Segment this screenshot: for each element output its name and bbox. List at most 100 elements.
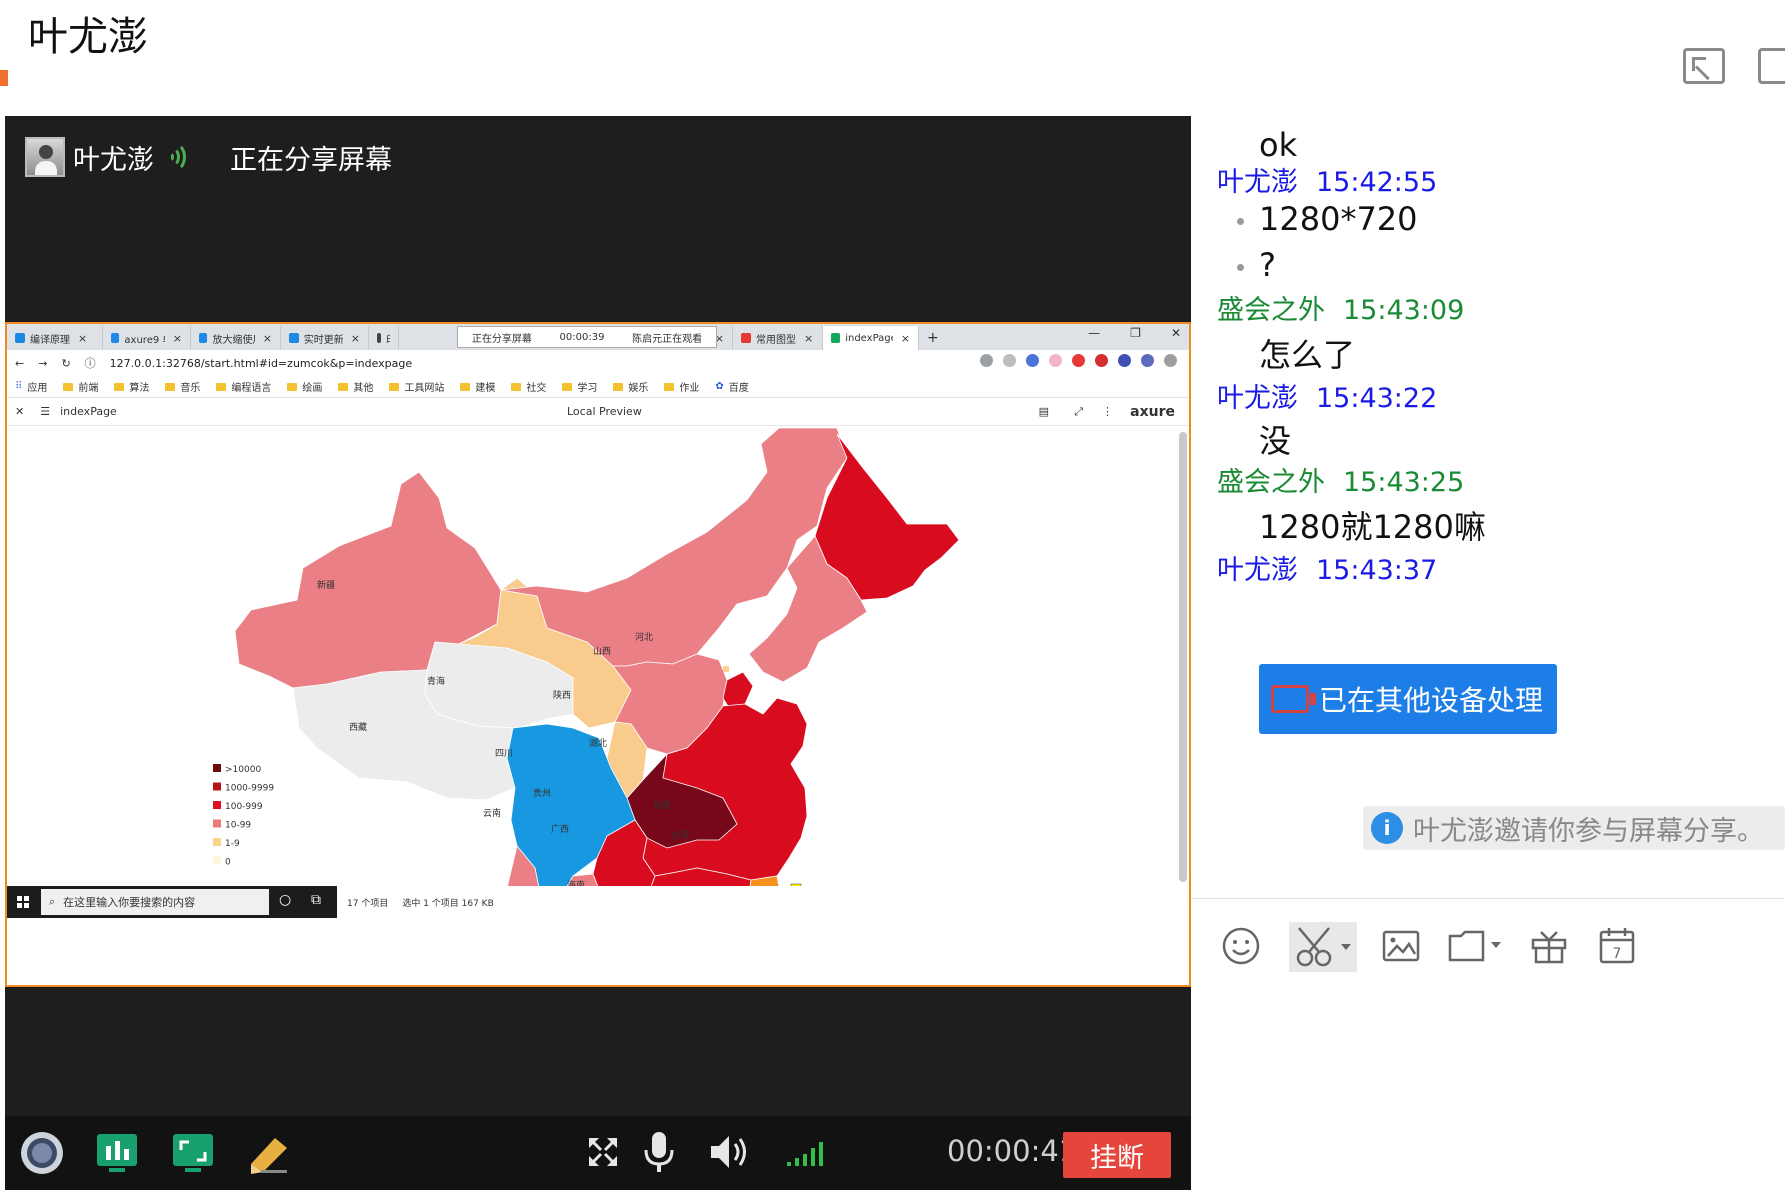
tab-favicon-icon [15,333,25,343]
hangup-button[interactable]: 挂断 [1063,1132,1171,1178]
tab-close-icon[interactable]: × [351,332,360,345]
close-icon[interactable]: ✕ [15,405,24,418]
extension-icon[interactable] [1049,354,1062,367]
tab-close-icon[interactable]: × [173,332,182,345]
tab-close-icon[interactable]: × [263,332,272,345]
profile-icon[interactable] [1164,354,1177,367]
message-sender[interactable]: 盛会之外 [1217,295,1325,326]
message-header: 叶尤澎 15:42:55 [1217,160,1437,199]
message-sender[interactable]: 叶尤澎 [1217,167,1298,198]
forward-icon[interactable]: → [38,357,47,370]
adblock-icon[interactable] [1072,354,1085,367]
microphone-icon[interactable] [641,1130,677,1174]
bookmark-item[interactable]: ✿ 百度 [715,379,748,394]
browser-tab[interactable]: 印 [369,326,399,350]
fullscreen-icon[interactable] [585,1134,621,1170]
camera-icon[interactable] [19,1130,65,1176]
browser-tab[interactable]: axure9 单 × [103,326,191,350]
page-scrollbar[interactable] [1179,432,1187,882]
bookmark-item[interactable]: 算法 [114,379,149,394]
share-invite-notice: i 叶尤澎邀请你参与屏幕分享。 [1363,806,1785,850]
bookmark-item[interactable]: ⠿ 应用 [15,379,47,394]
extension-icon[interactable] [1026,354,1039,367]
phone-icon[interactable] [1758,48,1785,84]
translate-icon[interactable] [980,354,993,367]
url-field[interactable]: 127.0.0.1:32768/start.html#id=zumcok&p=i… [110,357,412,370]
fit-icon[interactable]: ⤢ [1074,405,1083,419]
bookmark-label: 工具网站 [404,383,445,394]
restore-icon[interactable]: ❐ [1130,326,1141,340]
tab-close-icon[interactable]: × [78,332,87,345]
taskbar-search[interactable]: ⌕ 在这里输入你要搜索的内容 [41,889,269,915]
message-time: 15:43:09 [1343,295,1465,326]
browser-tab[interactable]: indexPage × [823,326,919,350]
browser-tab[interactable]: 放大缩使用 × [191,326,281,350]
call-controls: 00:00:41 挂断 [5,1116,1191,1190]
screen-share-icon[interactable] [171,1130,215,1174]
calendar-icon[interactable]: 7 [1597,926,1637,966]
extension-icon[interactable] [1095,354,1108,367]
close-icon[interactable]: ✕ [1171,326,1181,340]
province-beijing[interactable] [723,666,729,672]
bookmark-item[interactable]: 社交 [511,379,546,394]
folder-icon [114,382,125,391]
cortana-icon[interactable]: ○ [279,892,291,908]
gift-box-icon[interactable] [1529,926,1569,966]
back-icon[interactable]: ← [15,357,24,370]
bookmark-item[interactable]: 其他 [338,379,373,394]
message-sender[interactable]: 叶尤澎 [1217,383,1298,414]
province-label: 广西 [551,823,569,835]
province-label: 福建 [653,799,671,811]
more-icon[interactable]: ⋮ [1102,405,1113,418]
notes-icon[interactable]: ▤ [1039,405,1049,418]
browser-tab[interactable]: 编译原理 × [7,326,103,350]
exit-fullscreen-icon[interactable] [1683,48,1725,84]
bookmark-item[interactable]: 绘画 [287,379,322,394]
bookmark-item[interactable]: 学习 [562,379,597,394]
province-hebei[interactable] [722,671,754,709]
province-label: 新疆 [317,579,335,591]
folder-icon[interactable] [1447,926,1507,966]
emoji-icon[interactable] [1221,926,1261,966]
star-icon[interactable] [1003,354,1016,367]
reload-icon[interactable]: ↻ [61,357,70,370]
extension-icon[interactable] [1141,354,1154,367]
province-label: 河北 [635,631,653,643]
handled-elsewhere-card[interactable]: 已在其他设备处理 [1259,664,1557,734]
camera-device-icon [1271,685,1316,713]
chat-panel: 已在其他设备处理 i 叶尤澎邀请你参与屏幕分享。 7 ok 叶尤澎 15:42:… [1191,116,1785,1190]
screenshot-tool[interactable] [1289,922,1357,972]
bookmark-item[interactable]: 作业 [664,379,699,394]
message-time: 15:43:37 [1316,555,1438,586]
bookmark-item[interactable]: 音乐 [165,379,200,394]
minimize-icon[interactable]: — [1088,326,1100,340]
menu-icon[interactable]: ☰ [40,405,50,418]
items-count: 17 个项目 [347,899,389,909]
bookmark-label: 娱乐 [628,383,649,394]
browser-tab[interactable]: 常用图型 × [733,326,823,350]
bookmark-item[interactable]: 建模 [460,379,495,394]
whiteboard-stats-icon[interactable] [95,1130,139,1174]
extension-icon[interactable] [1118,354,1131,367]
legend-swatch [213,801,221,809]
task-view-icon[interactable]: ⧉ [311,892,321,908]
legend-label: 100-999 [225,802,263,812]
annotate-pencil-icon[interactable] [245,1130,291,1176]
tab-close-icon[interactable]: × [804,332,813,345]
speaker-icon[interactable] [709,1132,753,1172]
message-sender[interactable]: 盛会之外 [1217,467,1325,498]
notice-text: 叶尤澎邀请你参与屏幕分享。 [1413,815,1764,847]
bookmark-item[interactable]: 工具网站 [389,379,444,394]
image-icon[interactable] [1381,926,1421,966]
windows-start-icon[interactable] [17,896,29,908]
share-popup-label: 正在分享屏幕 [471,333,532,345]
voice-activity-icon [164,142,190,172]
new-tab-icon[interactable]: + [919,326,947,350]
bookmark-item[interactable]: 编程语言 [216,379,271,394]
bookmark-item[interactable]: 娱乐 [613,379,648,394]
browser-tab[interactable]: 实时更新 × [281,326,369,350]
tab-close-icon[interactable]: × [901,332,910,345]
message-sender[interactable]: 叶尤澎 [1217,555,1298,586]
bookmark-item[interactable]: 前端 [63,379,98,394]
share-popup-time: 00:00:39 [559,331,605,343]
